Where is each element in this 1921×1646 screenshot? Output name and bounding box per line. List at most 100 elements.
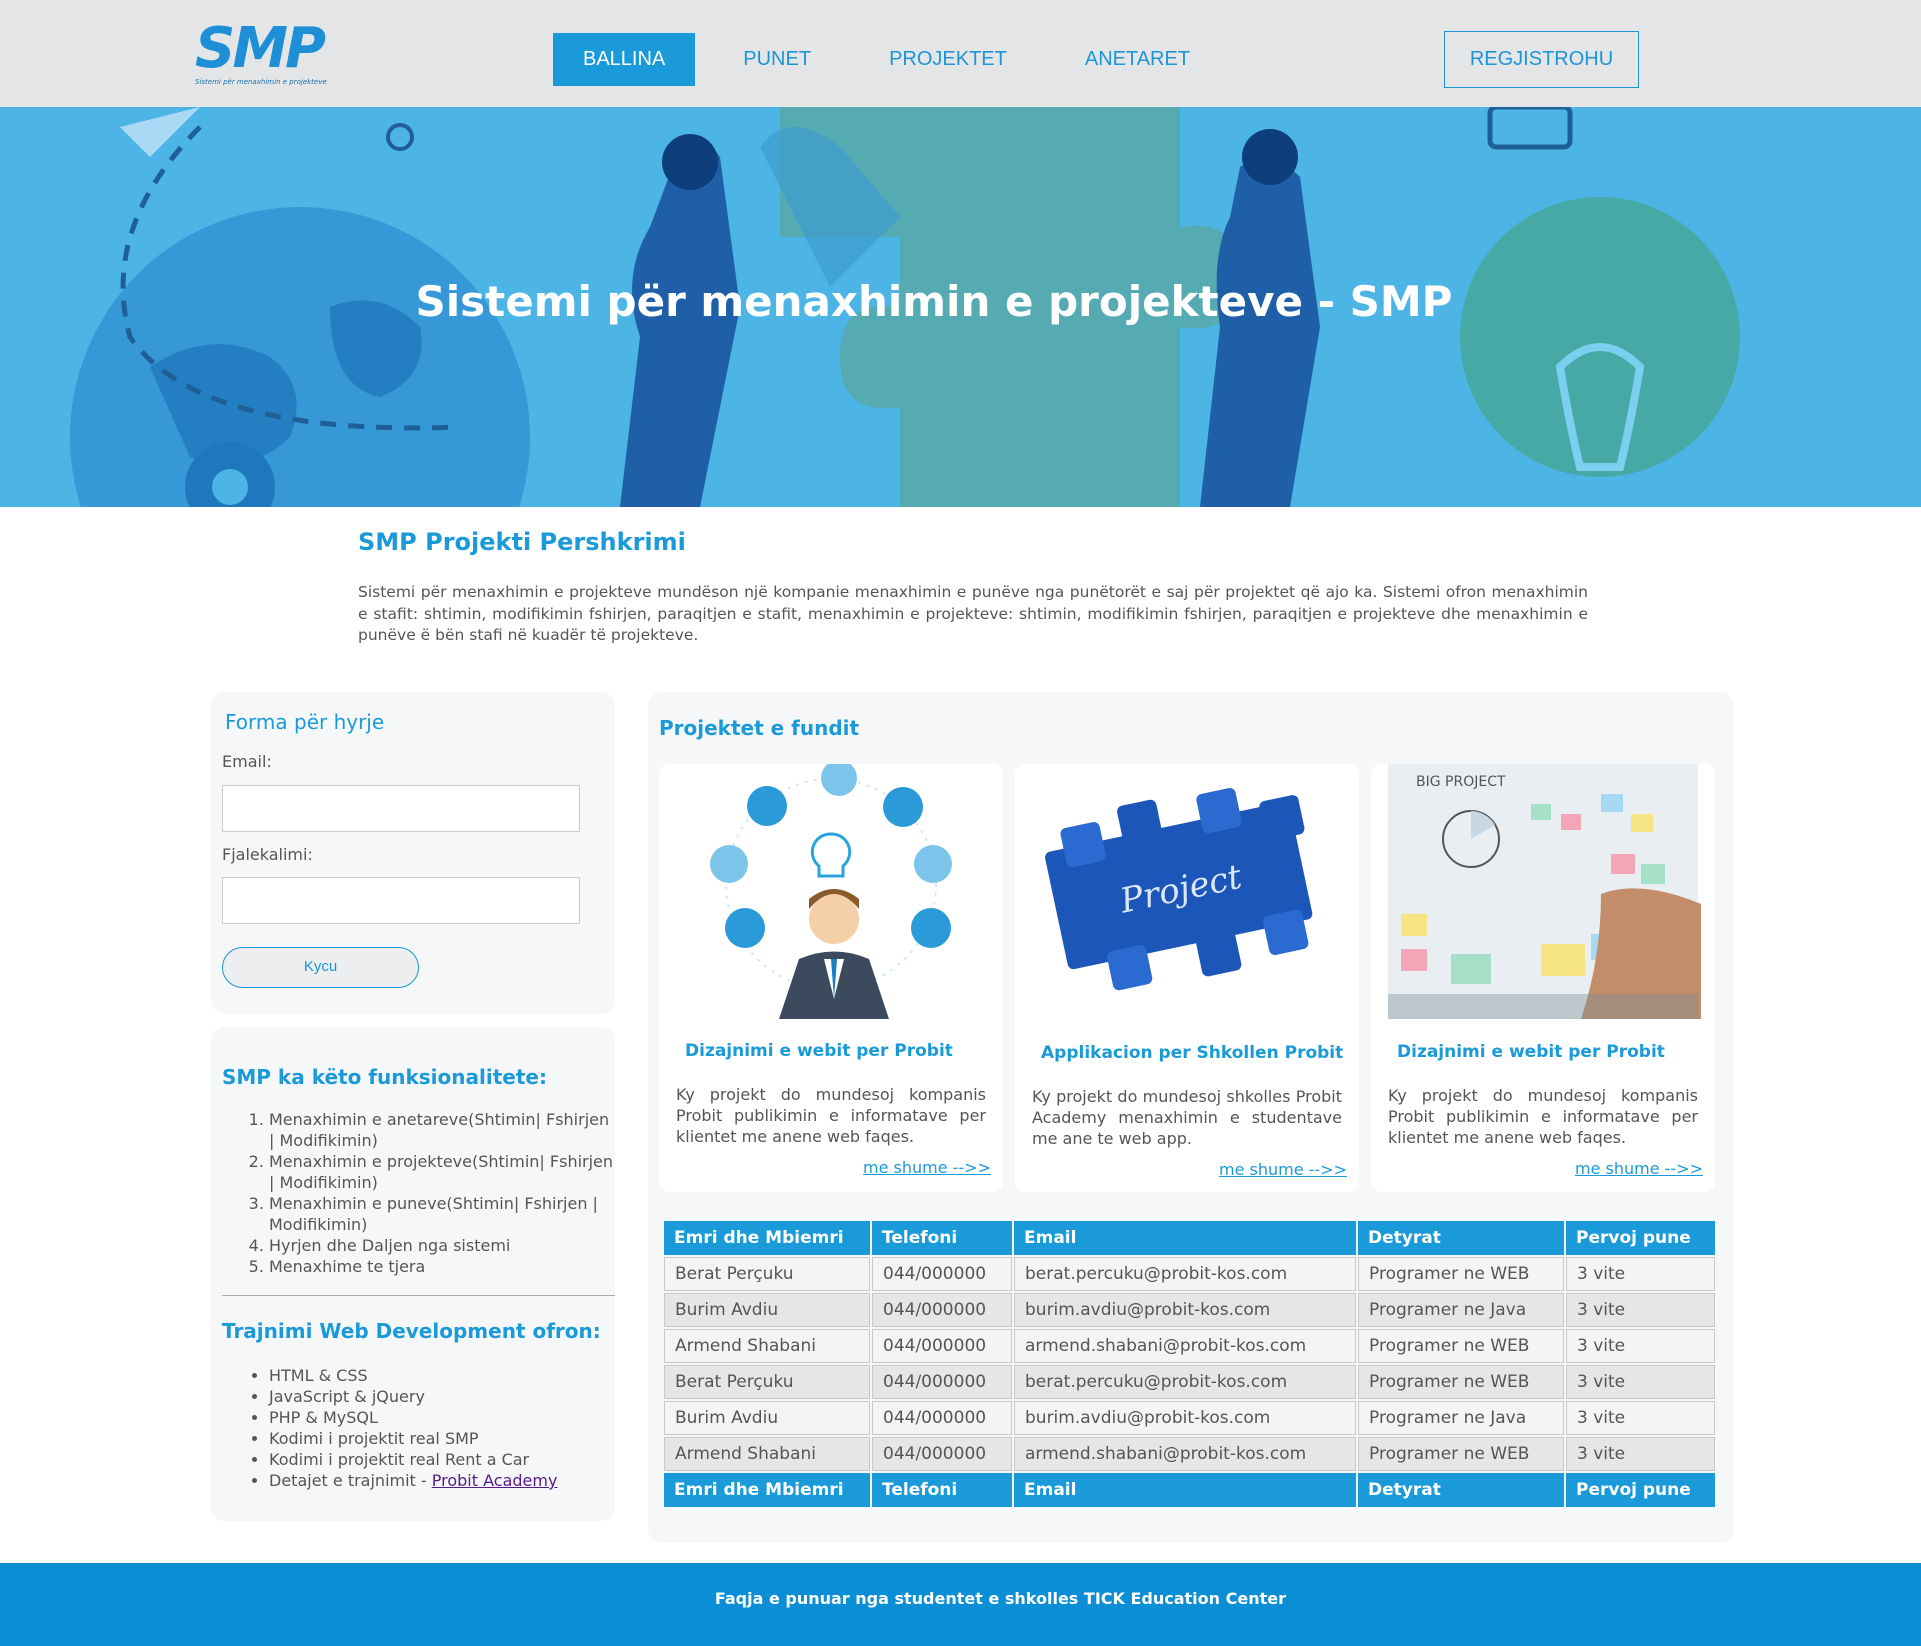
password-label: Fjalekalimi:: [222, 845, 313, 864]
column-footer-phone: Telefoni: [872, 1473, 1012, 1507]
column-header-phone: Telefoni: [872, 1221, 1012, 1255]
table-cell: Programer ne WEB: [1358, 1437, 1564, 1471]
list-item: Detajet e trajnimit - Probit Academy: [269, 1470, 615, 1491]
table-cell: Berat Perçuku: [664, 1365, 870, 1399]
table-row: Berat Perçuku 044/000000 berat.percuku@p…: [664, 1365, 1715, 1399]
login-form-title: Forma për hyrje: [225, 710, 385, 734]
table-row: Burim Avdiu 044/000000 burim.avdiu@probi…: [664, 1293, 1715, 1327]
login-button[interactable]: Kycu: [222, 947, 419, 988]
nav-item-anetaret[interactable]: ANETARET: [1055, 33, 1220, 86]
nav-item-ballina[interactable]: BALLINA: [553, 33, 696, 86]
table-cell: Programer ne WEB: [1358, 1365, 1564, 1399]
list-item: Hyrjen dhe Daljen nga sistemi: [269, 1235, 615, 1256]
register-button[interactable]: REGJISTROHU: [1444, 31, 1639, 88]
column-header-tasks: Detyrat: [1358, 1221, 1564, 1255]
intro-text: Sistemi për menaxhimin e projekteve mund…: [358, 583, 1588, 644]
login-form-panel: Forma për hyrje Email: Fjalekalimi: Kycu: [211, 692, 615, 1014]
table-header-row: Emri dhe Mbiemri Telefoni Email Detyrat …: [664, 1221, 1715, 1255]
project-card: Project Applikacion per Shkollen Probit …: [1015, 764, 1359, 1192]
list-item: HTML & CSS: [269, 1365, 615, 1386]
email-label: Email:: [222, 752, 272, 771]
column-header-email: Email: [1014, 1221, 1356, 1255]
table-row: Burim Avdiu 044/000000 burim.avdiu@probi…: [664, 1401, 1715, 1435]
features-list: Menaxhimin e anetareve(Shtimin| Fshirjen…: [269, 1109, 615, 1277]
more-link[interactable]: me shume -->>: [1219, 1160, 1347, 1179]
table-cell: 3 vite: [1566, 1293, 1715, 1327]
section-divider: [222, 1295, 615, 1296]
table-cell: berat.percuku@probit-kos.com: [1014, 1257, 1356, 1291]
hero-title: Sistemi për menaxhimin e projekteve - SM…: [415, 277, 1453, 326]
main-nav: BALLINA PUNET PROJEKTET ANETARET: [553, 33, 1238, 86]
site-header: SMP Sistemi për menaxhimin e projekteve …: [0, 0, 1921, 107]
table-cell: Berat Perçuku: [664, 1257, 870, 1291]
list-item: Kodimi i projektit real SMP: [269, 1428, 615, 1449]
table-cell: 044/000000: [872, 1293, 1012, 1327]
project-puzzle-illustration: Project: [1045, 787, 1313, 991]
table-cell: 3 vite: [1566, 1257, 1715, 1291]
project-card-title: Dizajnimi e webit per Probit: [1397, 1042, 1665, 1062]
column-footer-experience: Pervoj pune: [1566, 1473, 1715, 1507]
table-cell: 044/000000: [872, 1329, 1012, 1363]
password-input[interactable]: [222, 877, 580, 924]
logo-subtitle: Sistemi për menaxhimin e projekteve: [195, 78, 327, 86]
training-details-prefix: Detajet e trajnimit -: [269, 1471, 432, 1490]
project-card: Dizajnimi e webit per Probit Ky projekt …: [659, 764, 1003, 1192]
list-item: Menaxhimin e anetareve(Shtimin| Fshirjen…: [269, 1109, 615, 1151]
probit-academy-link[interactable]: Probit Academy: [432, 1471, 558, 1490]
list-item: Kodimi i projektit real Rent a Car: [269, 1449, 615, 1470]
table-cell: 044/000000: [872, 1257, 1012, 1291]
table-cell: Programer ne WEB: [1358, 1257, 1564, 1291]
table-cell: Armend Shabani: [664, 1437, 870, 1471]
table-cell: Burim Avdiu: [664, 1293, 870, 1327]
projects-title: Projektet e fundit: [659, 716, 860, 740]
table-row: Berat Perçuku 044/000000 berat.percuku@p…: [664, 1257, 1715, 1291]
smp-logo[interactable]: SMP Sistemi për menaxhimin e projekteve: [195, 16, 345, 87]
project-card-title: Dizajnimi e webit per Probit: [685, 1041, 953, 1061]
training-title: Trajnimi Web Development ofron:: [222, 1319, 601, 1343]
nav-item-punet[interactable]: PUNET: [713, 33, 841, 86]
list-item: Menaxhime te tjera: [269, 1256, 615, 1277]
hero-banner: Sistemi për menaxhimin e projekteve - SM…: [0, 107, 1921, 507]
project-card-text: Ky projekt do mundesoj shkolles Probit A…: [1032, 1087, 1342, 1148]
table-cell: armend.shabani@probit-kos.com: [1014, 1437, 1356, 1471]
table-cell: 3 vite: [1566, 1401, 1715, 1435]
features-panel: SMP ka këto funksionalitete: Menaxhimin …: [211, 1027, 615, 1521]
table-cell: Armend Shabani: [664, 1329, 870, 1363]
column-header-name: Emri dhe Mbiemri: [664, 1221, 870, 1255]
more-link[interactable]: me shume -->>: [863, 1158, 991, 1177]
training-list: HTML & CSS JavaScript & jQuery PHP & MyS…: [269, 1365, 615, 1491]
email-input[interactable]: [222, 785, 580, 832]
table-cell: 044/000000: [872, 1401, 1012, 1435]
members-table: Emri dhe Mbiemri Telefoni Email Detyrat …: [662, 1219, 1717, 1509]
logo-mark: SMP: [195, 16, 326, 81]
project-card: BIG PROJECT Dizajnimi e webit per Probit…: [1371, 764, 1715, 1192]
table-cell: 044/000000: [872, 1365, 1012, 1399]
more-link[interactable]: me shume -->>: [1575, 1159, 1703, 1178]
table-cell: burim.avdiu@probit-kos.com: [1014, 1293, 1356, 1327]
list-item: Menaxhimin e projekteve(Shtimin| Fshirje…: [269, 1151, 615, 1193]
big-project-whiteboard-photo: BIG PROJECT: [1388, 764, 1701, 1019]
table-footer-row: Emri dhe Mbiemri Telefoni Email Detyrat …: [664, 1473, 1715, 1507]
table-cell: 3 vite: [1566, 1437, 1715, 1471]
list-item: Menaxhimin e puneve(Shtimin| Fshirjen | …: [269, 1193, 615, 1235]
table-cell: armend.shabani@probit-kos.com: [1014, 1329, 1356, 1363]
table-cell: burim.avdiu@probit-kos.com: [1014, 1401, 1356, 1435]
project-card-title: Applikacion per Shkollen Probit: [1041, 1043, 1344, 1063]
table-cell: 3 vite: [1566, 1329, 1715, 1363]
list-item: PHP & MySQL: [269, 1407, 615, 1428]
table-cell: Programer ne Java: [1358, 1293, 1564, 1327]
table-cell: 3 vite: [1566, 1365, 1715, 1399]
table-row: Armend Shabani 044/000000 armend.shabani…: [664, 1329, 1715, 1363]
nav-item-projektet[interactable]: PROJEKTET: [859, 33, 1037, 86]
table-cell: Burim Avdiu: [664, 1401, 870, 1435]
column-footer-tasks: Detyrat: [1358, 1473, 1564, 1507]
table-cell: Programer ne Java: [1358, 1401, 1564, 1435]
footer-text: Faqja e punuar nga studentet e shkolles …: [714, 1589, 1286, 1608]
businessman-icons-illustration: [710, 764, 952, 1019]
list-item: JavaScript & jQuery: [269, 1386, 615, 1407]
table-cell: Programer ne WEB: [1358, 1329, 1564, 1363]
site-footer: Faqja e punuar nga studentet e shkolles …: [0, 1563, 1921, 1646]
project-card-text: Ky projekt do mundesoj kompanis Probit p…: [676, 1085, 986, 1146]
column-footer-email: Email: [1014, 1473, 1356, 1507]
table-row: Armend Shabani 044/000000 armend.shabani…: [664, 1437, 1715, 1471]
